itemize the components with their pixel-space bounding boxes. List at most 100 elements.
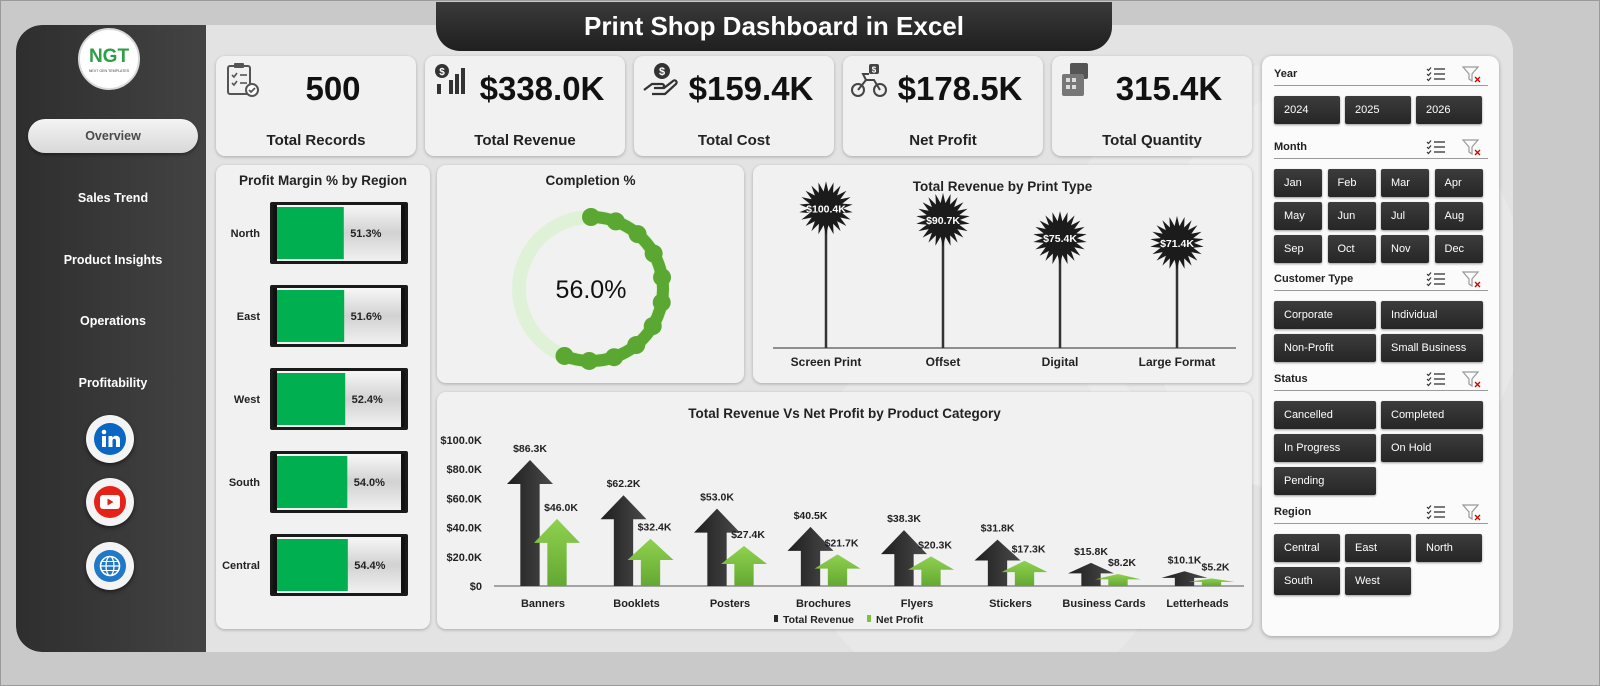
- bar-cap: [273, 537, 277, 593]
- bar: [507, 460, 553, 586]
- data-label: $86.3K: [513, 443, 547, 455]
- region-label: East: [237, 311, 261, 323]
- multi-select-icon[interactable]: [1426, 271, 1446, 292]
- category-label: Booklets: [613, 598, 659, 610]
- slicer-button[interactable]: West: [1345, 567, 1411, 595]
- slicer-button[interactable]: In Progress: [1274, 434, 1376, 462]
- slicer-header: Month: [1274, 139, 1488, 159]
- region-label: Central: [222, 560, 260, 572]
- multi-select-icon[interactable]: [1426, 371, 1446, 392]
- kpi-label: Total Cost: [697, 132, 771, 149]
- category-label: Large Format: [1139, 355, 1216, 369]
- slicer-button[interactable]: 2024: [1274, 96, 1340, 124]
- category-label: Brochures: [796, 598, 851, 610]
- data-label: 51.6%: [351, 311, 382, 323]
- data-label: $5.2K: [1201, 561, 1229, 573]
- slicer-button[interactable]: Pending: [1274, 467, 1376, 495]
- bar: [277, 207, 344, 259]
- slicer-button[interactable]: Jul: [1381, 202, 1429, 230]
- slicer-button[interactable]: May: [1274, 202, 1322, 230]
- clear-filter-icon[interactable]: [1461, 504, 1482, 527]
- category-label: Business Cards: [1062, 598, 1145, 610]
- kpi-value: 315.4K: [1115, 70, 1223, 107]
- donut-bead: [643, 317, 662, 336]
- slicer-button[interactable]: Oct: [1327, 235, 1376, 263]
- slicer-button[interactable]: Apr: [1434, 169, 1483, 197]
- category-label: Letterheads: [1166, 598, 1228, 610]
- nav-product-insights[interactable]: Product Insights: [28, 243, 198, 277]
- profit-margin-chart: North 51.3% East 51.6% West 52.4% South 54.0% Ce…: [222, 202, 408, 596]
- profit-margin-panel: Profit Margin % by Region North 51.3% East…: [216, 165, 430, 629]
- slicer-button[interactable]: Individual: [1381, 301, 1483, 329]
- completion-donut: 56.0%: [512, 208, 672, 370]
- bar-cap: [401, 537, 405, 593]
- data-label: $17.3K: [1012, 544, 1046, 556]
- donut-center-label: 56.0%: [556, 276, 627, 304]
- bar: [1095, 574, 1141, 586]
- bar-cap: [401, 454, 405, 510]
- y-tick-label: $100.0K: [440, 435, 482, 447]
- multi-select-icon[interactable]: [1426, 504, 1446, 525]
- bar-cap: [273, 205, 277, 261]
- clear-filter-icon[interactable]: [1461, 139, 1482, 162]
- slicer-button[interactable]: North: [1416, 534, 1482, 562]
- slicer-title: Region: [1274, 506, 1312, 518]
- y-tick-label: $40.0K: [447, 523, 483, 535]
- data-label: $20.3K: [918, 539, 952, 551]
- page-title: Print Shop Dashboard in Excel: [436, 2, 1112, 51]
- kpi-card-total-revenue: $ $338.0K Total Revenue: [425, 56, 625, 156]
- clear-filter-icon[interactable]: [1461, 271, 1482, 294]
- category-panel: Total Revenue Vs Net Profit by Product C…: [437, 392, 1252, 629]
- slicer-button[interactable]: Central: [1274, 534, 1340, 562]
- slicer-button[interactable]: Jun: [1327, 202, 1376, 230]
- website-button[interactable]: [86, 542, 134, 590]
- kpi-card-total-records: 500 Total Records: [216, 56, 416, 156]
- slicer-button[interactable]: 2025: [1345, 96, 1411, 124]
- youtube-button[interactable]: [86, 478, 134, 526]
- data-label: $10.1K: [1168, 554, 1202, 566]
- data-label: $8.2K: [1108, 557, 1136, 569]
- nav-operations[interactable]: Operations: [28, 304, 198, 338]
- slicer-button[interactable]: South: [1274, 567, 1340, 595]
- slicer-button[interactable]: Non-Profit: [1274, 334, 1376, 362]
- logo-text: NGT: [88, 45, 130, 67]
- slicer-button[interactable]: Feb: [1327, 169, 1376, 197]
- slicer-button[interactable]: Completed: [1381, 401, 1483, 429]
- slicer-title: Status: [1274, 373, 1308, 385]
- bar-cap: [273, 371, 277, 427]
- region-label: West: [234, 394, 260, 406]
- region-label: North: [231, 228, 261, 240]
- nav-overview[interactable]: Overview: [28, 119, 198, 153]
- multi-select-icon[interactable]: [1426, 139, 1446, 160]
- linkedin-button[interactable]: [86, 415, 134, 463]
- slicer-button[interactable]: Sep: [1274, 235, 1322, 263]
- slicer-button[interactable]: Jan: [1274, 169, 1322, 197]
- clear-filter-icon[interactable]: [1461, 66, 1482, 89]
- nav-sales-trend[interactable]: Sales Trend: [28, 181, 198, 215]
- kpi-label: Net Profit: [909, 132, 977, 149]
- slicer-button[interactable]: East: [1345, 534, 1411, 562]
- kpi-value: 500: [305, 70, 361, 107]
- slicer-button[interactable]: Nov: [1381, 235, 1429, 263]
- company-logo: NGT NEXT GEN TEMPLATES: [78, 28, 140, 90]
- nav-profitability[interactable]: Profitability: [28, 366, 198, 400]
- slicer-button[interactable]: Aug: [1434, 202, 1483, 230]
- category-label: Banners: [521, 598, 565, 610]
- slicer-button[interactable]: Dec: [1434, 235, 1483, 263]
- slicer-header: Customer Type: [1274, 271, 1488, 291]
- category-chart: $0 $20.0K $40.0K $60.0K $80.0K $100.0K $86.3K $…: [440, 435, 1244, 626]
- slicer-button[interactable]: 2026: [1416, 96, 1482, 124]
- category-label: Screen Print: [791, 355, 862, 369]
- slicer-button[interactable]: Cancelled: [1274, 401, 1376, 429]
- y-tick-label: $80.0K: [447, 464, 483, 476]
- slicer-button[interactable]: Mar: [1381, 169, 1429, 197]
- legend-marker: [774, 615, 778, 622]
- slicer-button[interactable]: On Hold: [1381, 434, 1483, 462]
- print-type-chart: $100.4K Screen Print $90.7K Offset $75.4K Dig…: [773, 181, 1236, 369]
- data-label: $31.8K: [981, 523, 1015, 535]
- multi-select-icon[interactable]: [1426, 66, 1446, 87]
- slicer-button[interactable]: Corporate: [1274, 301, 1376, 329]
- clear-filter-icon[interactable]: [1461, 371, 1482, 394]
- data-label: 54.0%: [354, 477, 385, 489]
- slicer-button[interactable]: Small Business: [1381, 334, 1483, 362]
